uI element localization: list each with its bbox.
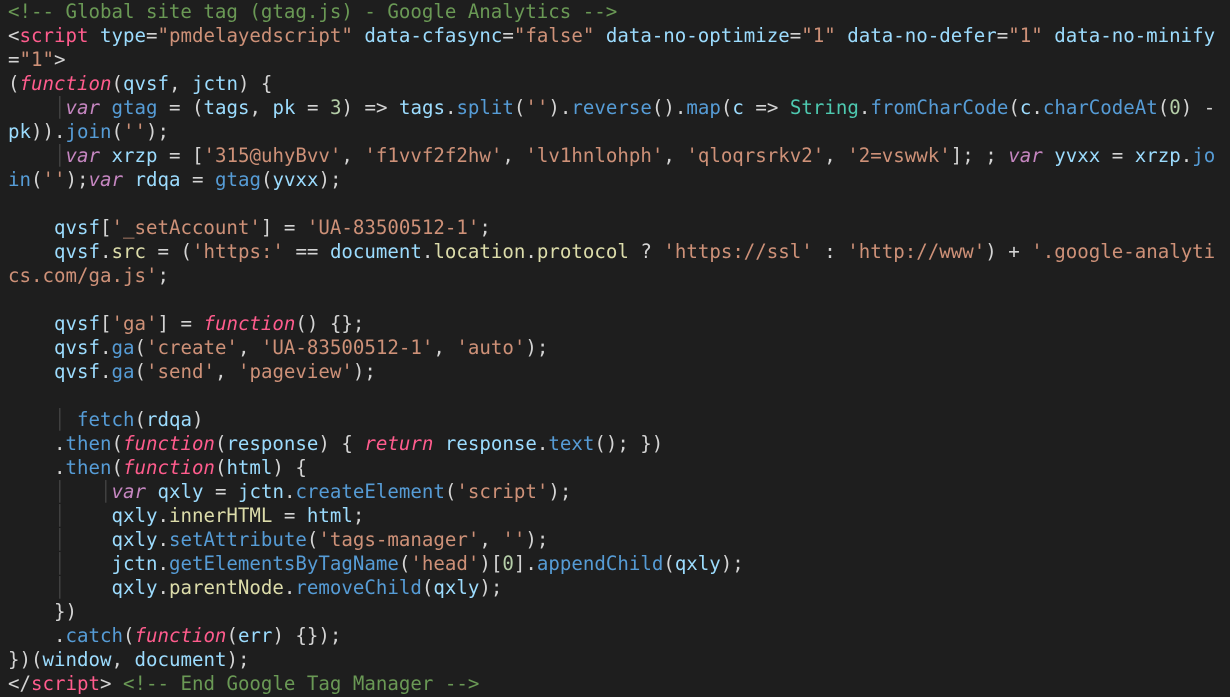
code-block[interactable]: <!-- Global site tag (gtag.js) - Google … bbox=[0, 0, 1230, 696]
comment-close: <!-- End Google Tag Manager --> bbox=[123, 672, 479, 695]
script-tag-open: script bbox=[20, 24, 89, 47]
comment-open: <!-- Global site tag (gtag.js) - Google … bbox=[8, 0, 617, 23]
script-tag-close: script bbox=[31, 672, 100, 695]
